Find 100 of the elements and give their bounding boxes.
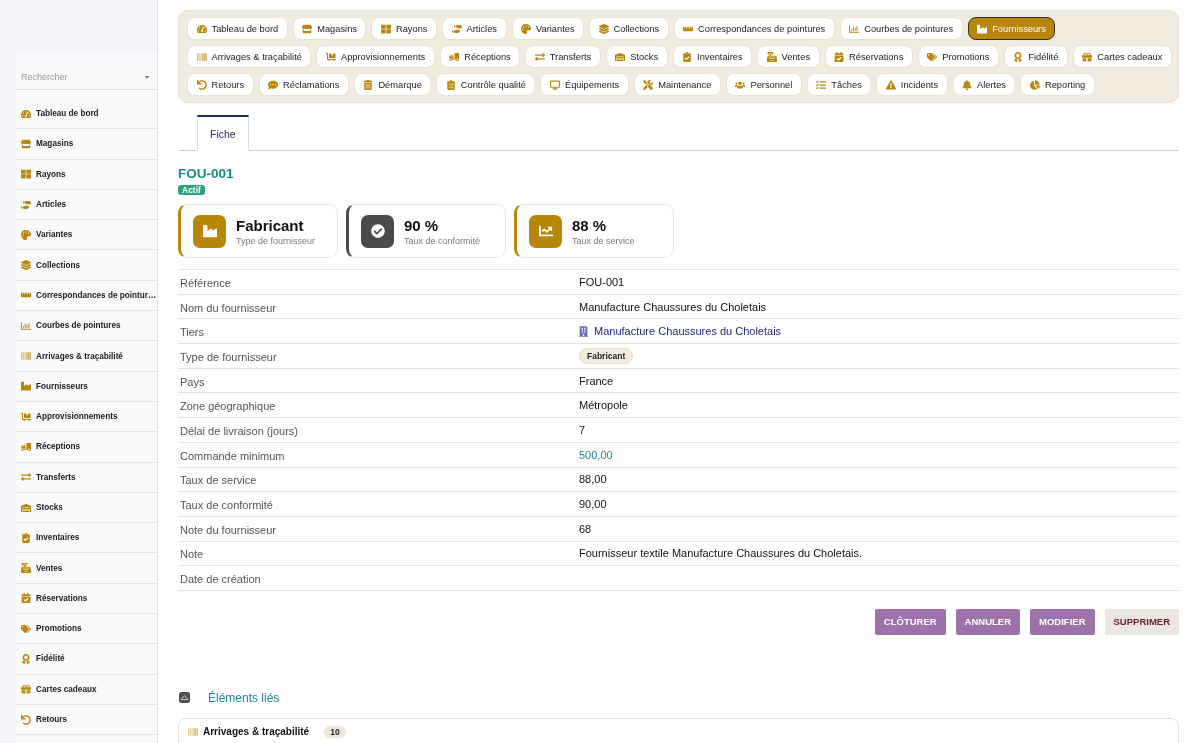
clipboard-check-icon <box>682 51 693 62</box>
field-value: 68 <box>579 522 592 535</box>
field-label: Nom du fournisseur <box>180 301 276 314</box>
sidebar-item[interactable]: Tableau de bord <box>16 99 157 130</box>
kpi-label: Type de fournisseur <box>236 235 316 246</box>
sidebar-item[interactable]: Correspondances de pointur… <box>16 280 157 312</box>
sidebar-item[interactable]: Arrivages & traçabilité <box>16 341 157 372</box>
nav-pill[interactable]: Collections <box>589 17 669 40</box>
nav-pill[interactable]: Rayons <box>371 17 437 40</box>
award-icon <box>21 654 31 664</box>
sidebar-item[interactable]: Réservations <box>16 583 157 615</box>
bar-chart-icon <box>21 320 31 331</box>
shoe-prints-icon <box>451 23 462 34</box>
sidebar-item[interactable]: Ventes <box>16 553 157 584</box>
action-button[interactable]: MODIFIER <box>1030 608 1095 635</box>
undo-icon <box>21 714 31 725</box>
nav-pill[interactable]: Incidents <box>876 73 948 96</box>
supplier-link[interactable]: Manufacture Chaussures du Choletais <box>579 325 782 338</box>
warehouse-icon <box>615 51 626 62</box>
sidebar-item[interactable]: Réceptions <box>16 432 157 463</box>
monitor-icon <box>549 79 560 90</box>
search-field[interactable]: Rechercher <box>16 65 157 90</box>
tab[interactable]: Fiche <box>197 115 249 151</box>
nav-pill[interactable]: Reporting <box>1020 73 1095 96</box>
pie-chart-icon <box>1030 79 1040 90</box>
nav-pill[interactable]: Équipements <box>540 73 629 96</box>
nav-pill[interactable]: Réservations <box>824 45 913 68</box>
field-value: FOU-001 <box>579 275 625 288</box>
nav-pill[interactable]: Arrivages & traçabilité <box>187 45 312 68</box>
nav-pill[interactable]: Ventes <box>757 45 820 68</box>
sidebar-item[interactable]: Promotions <box>16 614 157 645</box>
field-label: Note du fournisseur <box>180 523 276 536</box>
exchange-arrows-icon <box>21 472 31 483</box>
nav-pill[interactable]: Transferts <box>525 45 601 68</box>
clipboard-icon <box>445 79 456 90</box>
sidebar-item[interactable]: Rayons <box>16 159 157 190</box>
nav-pill[interactable]: Cartes cadeaux <box>1072 45 1172 68</box>
grid-icon <box>21 169 31 180</box>
nav-pill[interactable]: Approvisionnements <box>316 45 435 68</box>
nav-pill[interactable]: Maintenance <box>633 73 721 96</box>
nav-pill[interactable]: Contrôle qualité <box>436 73 536 96</box>
sidebar-item[interactable]: Articles <box>16 189 157 221</box>
status-badge: Actif <box>178 185 205 195</box>
nav-pill[interactable]: Stocks <box>605 45 668 68</box>
nav-pill[interactable]: Démarque <box>353 73 432 96</box>
caret-icon <box>143 73 151 81</box>
exchange-arrows-icon <box>534 51 545 62</box>
sidebar-item[interactable]: Stocks <box>16 492 157 524</box>
field-value: 90,00 <box>579 498 607 511</box>
field-label: Taux de conformité <box>180 499 273 512</box>
field-value: 88,00 <box>579 473 607 486</box>
nav-pill[interactable]: Articles <box>442 17 507 40</box>
sidebar-item[interactable]: Collections <box>16 250 157 281</box>
gift-icon <box>21 684 31 695</box>
field-label: Référence <box>180 276 231 289</box>
field-label: Note <box>180 548 204 561</box>
nav-pill[interactable]: Réclamations <box>258 73 349 96</box>
sidebar-item[interactable]: Magasins <box>16 129 157 160</box>
sidebar-item[interactable]: Transferts <box>16 462 157 493</box>
building-icon <box>579 325 588 337</box>
nav-pill[interactable]: Personnel <box>725 73 802 96</box>
layers-icon <box>21 260 31 271</box>
undo-icon <box>196 79 207 90</box>
sidebar-item[interactable]: Approvisionnements <box>16 401 157 433</box>
palette-icon <box>521 23 531 34</box>
layers-icon <box>598 23 609 34</box>
sidebar-item[interactable]: Fidélité <box>16 644 157 675</box>
nav-pill[interactable]: Alertes <box>952 73 1016 96</box>
action-button[interactable]: CLÔTURER <box>874 608 946 635</box>
nav-pill[interactable]: Inventaires <box>672 45 753 68</box>
sidebar-item[interactable]: Retours <box>16 704 157 736</box>
nav-pill[interactable]: Réceptions <box>439 45 521 68</box>
nav-pill[interactable]: Tableau de bord <box>187 17 288 40</box>
nav-pill[interactable]: Fidélité <box>1003 45 1068 68</box>
store-icon <box>21 138 31 149</box>
field-value: Manufacture Chaussures du Choletais <box>579 300 767 313</box>
nav-pill[interactable]: Courbes de pointures <box>839 17 963 40</box>
nav-pill[interactable]: Promotions <box>917 45 999 68</box>
related-item[interactable]: Arrivages & traçabilité 10 <box>178 717 1179 743</box>
sidebar-item[interactable]: Inventaires <box>16 523 157 554</box>
sidebar-item[interactable]: Variantes <box>16 220 157 251</box>
kpi-label: Taux de service <box>572 235 635 246</box>
sidebar-item[interactable]: Cartes cadeaux <box>16 674 157 705</box>
trash-icon <box>363 79 374 90</box>
nav-pill[interactable]: Correspondances de pointures <box>673 17 835 40</box>
field-label: Pays <box>180 375 205 388</box>
field-label: Type de fournisseur <box>180 350 277 363</box>
delete-button[interactable]: SUPPRIMER <box>1104 608 1179 635</box>
gauge-icon <box>21 108 31 119</box>
field-value: Métropole <box>579 399 628 412</box>
nav-pill[interactable]: Tâches <box>806 73 872 96</box>
nav-pill[interactable]: Variantes <box>511 17 585 40</box>
nav-pill[interactable]: Magasins <box>292 17 367 40</box>
sidebar-item[interactable]: Fournisseurs <box>16 371 157 402</box>
bar-chart-icon <box>849 23 860 34</box>
kpi-label: Taux de conformité <box>404 235 481 246</box>
nav-pill[interactable]: Retours <box>187 73 254 96</box>
sidebar-item[interactable]: Courbes de pointures <box>16 311 157 342</box>
tags-icon <box>21 623 31 634</box>
action-button[interactable]: ANNULER <box>955 608 1021 635</box>
